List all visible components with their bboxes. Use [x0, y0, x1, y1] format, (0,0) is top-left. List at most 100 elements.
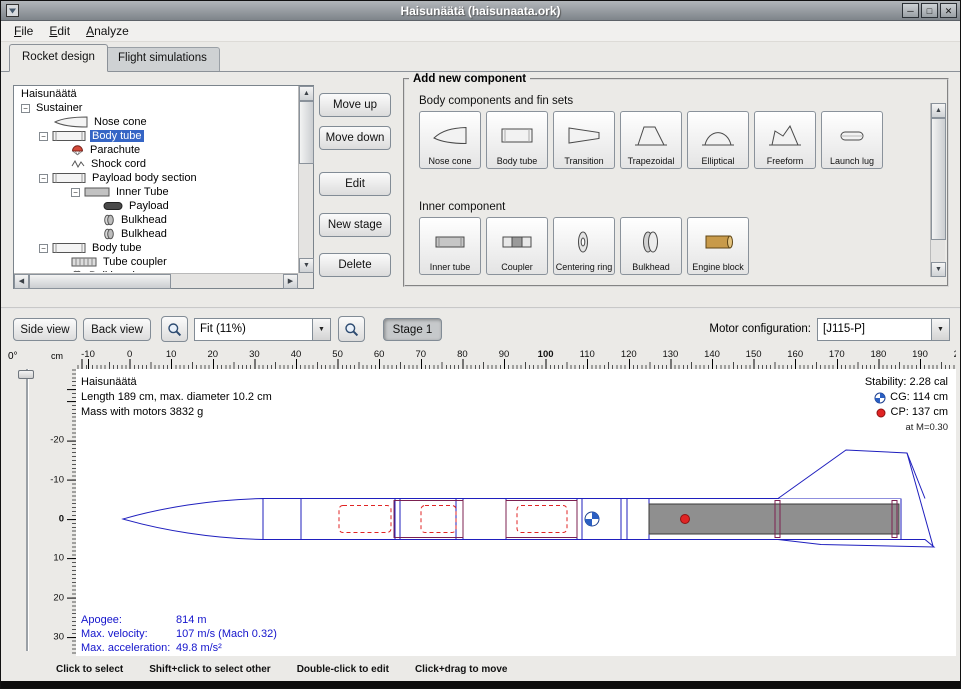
delete-button[interactable]: Delete	[319, 253, 391, 277]
add-elliptical-fin-button[interactable]: Elliptical	[687, 111, 749, 169]
apogee-value: 814 m	[176, 613, 207, 627]
add-freeform-fin-button[interactable]: Freeform	[754, 111, 816, 169]
tree-item-label: Shock cord	[89, 158, 148, 170]
maximize-button[interactable]: □	[921, 3, 938, 18]
panel-splitter[interactable]	[1, 307, 960, 309]
minimize-button[interactable]: ─	[902, 3, 919, 18]
tree-item-shock-cord[interactable]: Shock cord	[15, 157, 297, 171]
h-ruler: -100102030405060708090100110120130140150…	[76, 348, 956, 369]
scroll-right-icon[interactable]: ▶	[283, 274, 298, 289]
add-nose-cone-button[interactable]: Nose cone	[419, 111, 481, 169]
scroll-down-icon[interactable]: ▼	[299, 258, 314, 273]
back-view-button[interactable]: Back view	[83, 318, 151, 341]
scroll-up-icon[interactable]: ▲	[931, 103, 946, 118]
component-panel-scrollbar[interactable]: ▲ ▼	[930, 103, 945, 277]
tree-vertical-scrollbar[interactable]: ▲ ▼	[298, 86, 313, 273]
add-transition-button[interactable]: Transition	[553, 111, 615, 169]
window-bottom-edge	[1, 681, 960, 688]
zoom-select[interactable]: Fit (11%)	[194, 318, 331, 341]
menu-edit[interactable]: Edit	[41, 21, 78, 41]
tree-item-payload[interactable]: Payload	[15, 199, 297, 213]
collapse-icon[interactable]	[39, 132, 48, 141]
component-button-label: Coupler	[501, 262, 533, 272]
collapse-icon[interactable]	[39, 244, 48, 253]
tree-item-nose-cone[interactable]: Nose cone	[15, 115, 297, 129]
chevron-down-icon[interactable]	[312, 319, 330, 340]
rotation-angle-label: 0°	[8, 351, 18, 362]
scrollbar-thumb[interactable]	[29, 274, 171, 289]
collapse-icon[interactable]	[71, 188, 80, 197]
rocket-canvas[interactable]: Haisunäätä Length 189 cm, max. diameter …	[76, 369, 956, 656]
collapse-icon[interactable]	[21, 104, 30, 113]
tree-item-bulkhead[interactable]: Bulkhead	[15, 227, 297, 241]
tree-item-bulkhead[interactable]: Bulkhead	[15, 213, 297, 227]
edit-button[interactable]: Edit	[319, 172, 391, 196]
rocket-name: Haisunäätä	[81, 375, 272, 390]
add-inner-tube-button[interactable]: Inner tube	[419, 217, 481, 275]
lower-fin-outline[interactable]	[778, 540, 934, 548]
close-button[interactable]: ✕	[940, 3, 957, 18]
scrollbar-thumb[interactable]	[299, 101, 314, 164]
scrollbar-corner	[298, 273, 313, 288]
scroll-down-icon[interactable]: ▼	[931, 262, 946, 277]
rotation-slider-handle[interactable]	[18, 370, 34, 379]
move-up-button[interactable]: Move up	[319, 93, 391, 117]
v-ruler-label: -10	[50, 474, 64, 485]
tree-item-body-tube-2[interactable]: Body tube	[15, 241, 297, 255]
tree-item-bulkhead[interactable]: Bulkhead	[15, 269, 297, 272]
chevron-down-icon[interactable]	[931, 319, 949, 340]
rocket-mass: Mass with motors 3832 g	[81, 405, 272, 420]
zoom-select-value: Fit (11%)	[195, 319, 312, 340]
motor-configuration-select[interactable]: [J115-P]	[817, 318, 950, 341]
tree-item-rocket[interactable]: Haisunäätä	[15, 87, 297, 101]
nose-cone-outline[interactable]	[123, 499, 263, 540]
add-launch-lug-button[interactable]: Launch lug	[821, 111, 883, 169]
status-hint: Click to select	[56, 664, 123, 675]
rotation-slider-track[interactable]	[26, 369, 28, 651]
tab-divider	[1, 71, 960, 72]
scroll-left-icon[interactable]: ◀	[14, 274, 29, 289]
menu-analyze[interactable]: Analyze	[78, 21, 137, 41]
collapse-icon[interactable]	[39, 174, 48, 183]
tree-item-payload-body-section[interactable]: Payload body section	[15, 171, 297, 185]
add-body-tube-button[interactable]: Body tube	[486, 111, 548, 169]
tabstrip: Rocket design Flight simulations	[1, 42, 960, 72]
tree-item-label: Bulkhead	[87, 270, 137, 272]
tree-horizontal-scrollbar[interactable]: ◀ ▶	[14, 273, 298, 288]
add-component-group: Add new component Body components and fi…	[403, 73, 949, 287]
side-view-button[interactable]: Side view	[13, 318, 77, 341]
stage-1-button[interactable]: Stage 1	[383, 318, 442, 341]
coupler-icon	[499, 229, 535, 255]
tree-item-label: Nose cone	[92, 116, 149, 128]
add-trapezoidal-fin-button[interactable]: Trapezoidal	[620, 111, 682, 169]
zoom-out-button[interactable]	[161, 316, 188, 342]
tree-item-inner-tube[interactable]: Inner Tube	[15, 185, 297, 199]
scrollbar-thumb[interactable]	[931, 118, 946, 240]
titlebar[interactable]: Haisunäätä (haisunaata.ork) ─ □ ✕	[1, 1, 960, 21]
cp-marker	[681, 515, 690, 524]
add-coupler-button[interactable]: Coupler	[486, 217, 548, 275]
add-centering-ring-button[interactable]: Centering ring	[553, 217, 615, 275]
motor-configuration-value: [J115-P]	[818, 319, 931, 340]
tree-item-parachute[interactable]: Parachute	[15, 143, 297, 157]
tree-item-sustainer[interactable]: Sustainer	[15, 101, 297, 115]
menu-file[interactable]: File	[6, 21, 41, 41]
tree-item-tube-coupler[interactable]: Tube coupler	[15, 255, 297, 269]
tab-rocket-design[interactable]: Rocket design	[9, 44, 108, 72]
move-down-button[interactable]: Move down	[319, 126, 391, 150]
zoom-in-button[interactable]	[338, 316, 365, 342]
component-button-label: Body tube	[497, 156, 538, 166]
max-acceleration-value: 49.8 m/s²	[176, 641, 222, 655]
tree-item-body-tube[interactable]: Body tube	[15, 129, 297, 143]
status-hints: Click to selectShift+click to select oth…	[56, 664, 507, 675]
upper-fin-outline[interactable]	[778, 450, 925, 499]
scroll-up-icon[interactable]: ▲	[299, 86, 314, 101]
v-ruler-label: -20	[50, 435, 64, 446]
add-engine-block-button[interactable]: Engine block	[687, 217, 749, 275]
payload-icon	[103, 200, 123, 212]
add-bulkhead-button[interactable]: Bulkhead	[620, 217, 682, 275]
tab-flight-simulations[interactable]: Flight simulations	[105, 47, 220, 72]
bulkhead-icon	[103, 228, 115, 240]
new-stage-button[interactable]: New stage	[319, 213, 391, 237]
v-ruler-label: 0	[59, 514, 64, 525]
